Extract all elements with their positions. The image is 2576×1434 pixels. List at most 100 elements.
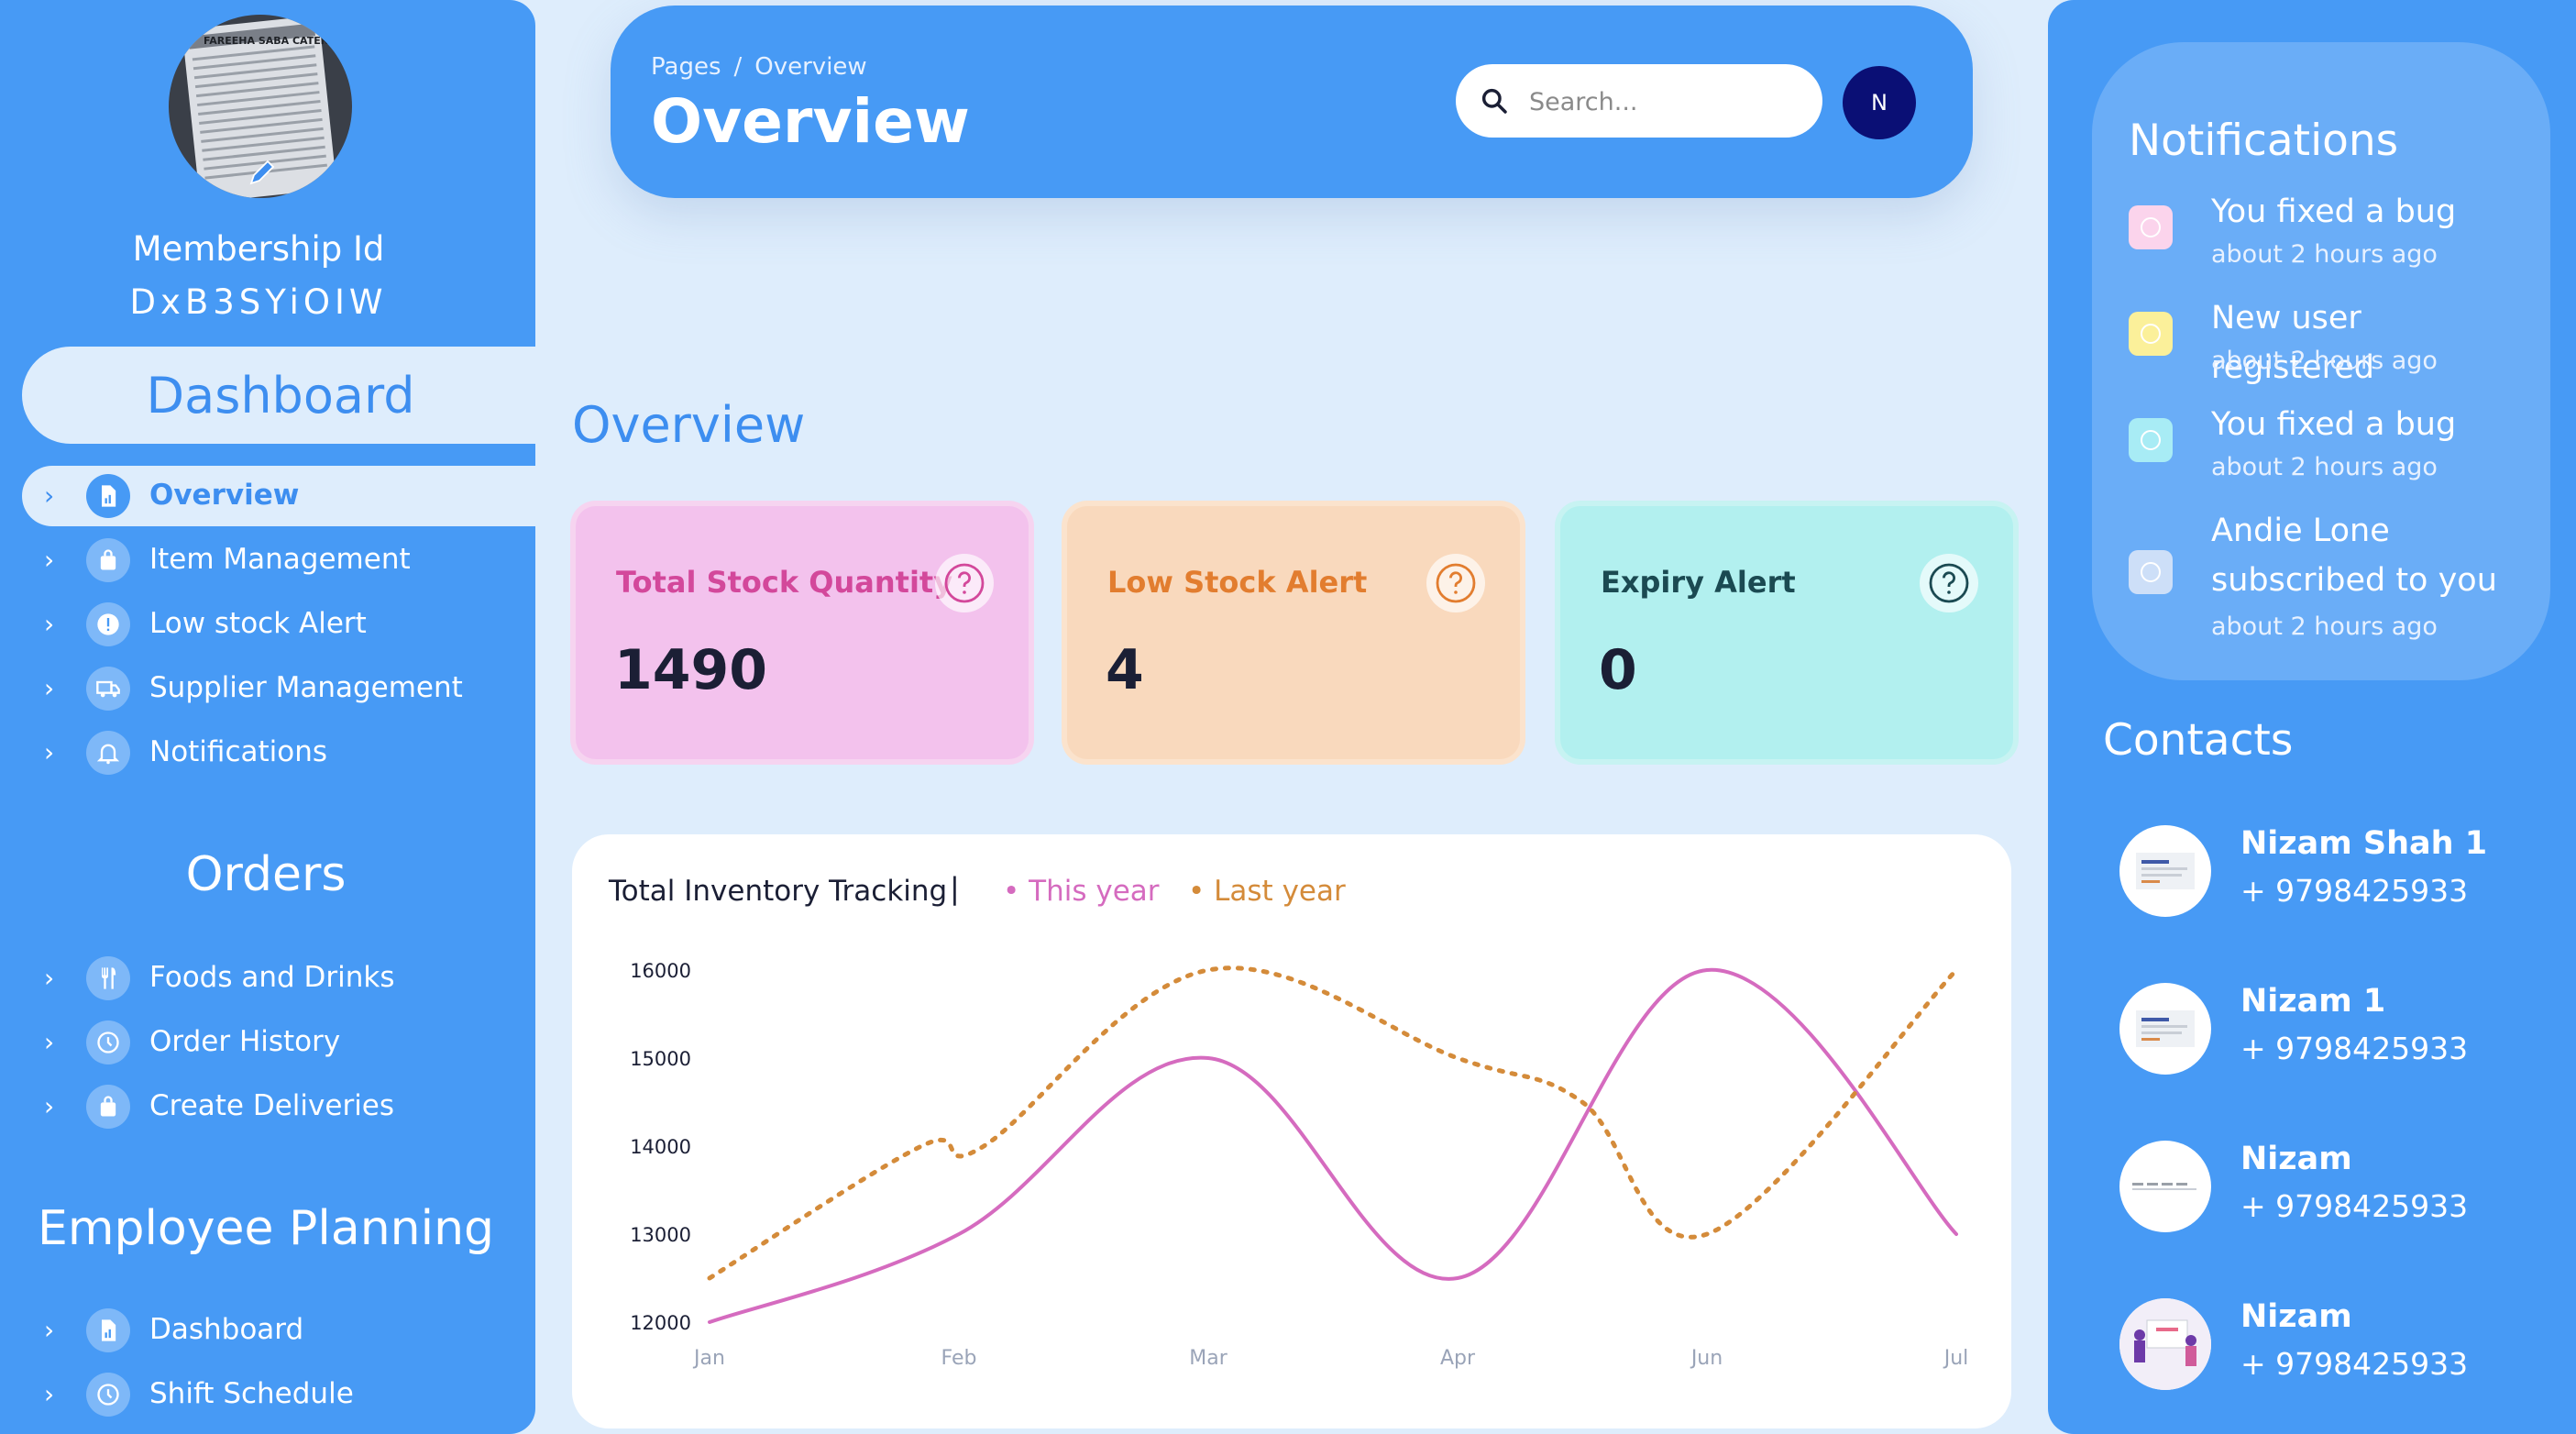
contact-phone: + 9798425933 — [2240, 1031, 2469, 1066]
bag-icon — [86, 538, 130, 582]
bag-icon — [86, 1085, 130, 1129]
truck-icon — [86, 667, 130, 711]
user-avatar[interactable]: N — [1843, 66, 1916, 139]
sidebar-item-label: Create Deliveries — [149, 1089, 395, 1122]
avatar-caption: FAREEHA SABA CATERING — [204, 35, 349, 47]
x-tick-label: Apr — [1440, 1347, 1476, 1370]
notification-text: You fixed a bug — [2211, 406, 2457, 443]
breadcrumb-root[interactable]: Pages — [651, 53, 721, 81]
page-title: Overview — [651, 86, 970, 157]
sidebar-item-label: Order History — [149, 1025, 341, 1058]
contacts-title: Contacts — [2103, 715, 2294, 766]
x-tick-label: Feb — [941, 1347, 977, 1370]
chevron-right-icon: › — [44, 673, 55, 703]
chevron-right-icon: › — [44, 1315, 55, 1345]
stat-card-value: 0 — [1599, 638, 1637, 702]
edit-pencil-icon[interactable] — [246, 156, 279, 189]
orders-section-title: Orders — [185, 847, 347, 902]
contact-avatar — [2119, 825, 2211, 917]
sidebar: FAREEHA SABA CATERING Membership Id DxB3… — [0, 0, 535, 1434]
contact-item[interactable]: Nizam + 9798425933 — [2103, 1276, 2547, 1405]
stat-card-title: Expiry Alert — [1601, 565, 1796, 600]
contact-phone: + 9798425933 — [2240, 1188, 2469, 1224]
membership-label: Membership Id — [132, 229, 385, 269]
stat-card-title: Total Stock Quantity — [616, 565, 953, 600]
search-input[interactable] — [1527, 81, 1806, 123]
notification-icon — [2129, 418, 2173, 462]
alert-icon — [86, 602, 130, 646]
contact-name: Nizam — [2240, 1141, 2352, 1177]
sidebar-item-label: Overview — [149, 479, 300, 512]
chevron-right-icon: › — [44, 1027, 55, 1057]
x-tick-label: Jul — [1943, 1347, 1969, 1370]
right-panel: Notifications You fixed a bug about 2 ho… — [2048, 0, 2576, 1434]
overview-section-title: Overview — [572, 396, 806, 454]
chevron-right-icon: › — [44, 545, 55, 575]
help-icon[interactable] — [935, 554, 994, 612]
breadcrumb-separator: / — [733, 53, 743, 81]
notification-text: New user registered — [2211, 300, 2374, 386]
contact-name: Nizam Shah 1 — [2240, 825, 2488, 862]
contact-avatar — [2119, 1141, 2211, 1232]
series-line-last-year[interactable] — [707, 965, 1959, 1281]
chevron-right-icon: › — [44, 1091, 55, 1121]
bell-icon — [86, 731, 130, 775]
sidebar-item-notifications[interactable]: › Notifications — [22, 723, 535, 783]
notification-time: about 2 hours ago — [2211, 453, 2438, 481]
sidebar-item-label: Supplier Management — [149, 671, 463, 704]
x-tick-label: Jan — [692, 1347, 725, 1370]
file-chart-icon — [86, 474, 130, 518]
stat-card-total-stock[interactable]: Total Stock Quantity 1490 — [576, 506, 1029, 759]
sidebar-item-overview[interactable]: › Overview — [22, 466, 535, 526]
y-tick-label: 12000 — [630, 1312, 691, 1334]
x-tick-label: Mar — [1189, 1347, 1227, 1370]
sidebar-item-label: Notifications — [149, 735, 328, 768]
contact-phone: + 9798425933 — [2240, 1346, 2469, 1382]
notification-time: about 2 hours ago — [2211, 347, 2438, 375]
sidebar-item-shift-schedule[interactable]: › Shift Schedule — [22, 1364, 535, 1425]
sidebar-item-label: Shift Schedule — [149, 1377, 354, 1410]
series-line-this-year[interactable] — [708, 967, 1958, 1324]
contact-item[interactable]: Nizam 1 + 9798425933 — [2103, 961, 2547, 1089]
sidebar-item-label: Foods and Drinks — [149, 961, 395, 994]
notification-text: subscribed to you — [2211, 562, 2497, 599]
sidebar-item-label: Item Management — [149, 543, 411, 576]
contact-phone: + 9798425933 — [2240, 873, 2469, 909]
stat-card-title: Low Stock Alert — [1107, 565, 1368, 600]
contact-name: Nizam 1 — [2240, 983, 2386, 1020]
notification-time: about 2 hours ago — [2211, 240, 2438, 269]
notifications-panel: Notifications You fixed a bug about 2 ho… — [2092, 42, 2550, 680]
dashboard-heading-label: Dashboard — [146, 367, 415, 425]
membership-id: DxB3SYiOIW — [129, 282, 388, 322]
chevron-right-icon: › — [44, 737, 55, 767]
chevron-right-icon: › — [44, 963, 55, 993]
employee-planning-section-title: Employee Planning — [37, 1201, 495, 1256]
help-icon[interactable] — [1920, 554, 1978, 612]
y-tick-label: 15000 — [630, 1048, 691, 1070]
dashboard-heading[interactable]: Dashboard — [22, 347, 535, 444]
sidebar-item-label: Dashboard — [149, 1313, 304, 1346]
search-box[interactable] — [1456, 64, 1822, 138]
sidebar-item-supplier-management[interactable]: › Supplier Management — [22, 658, 535, 719]
stat-card-expiry-alert[interactable]: Expiry Alert 0 — [1560, 506, 2013, 759]
history-icon — [86, 1373, 130, 1417]
chevron-right-icon: › — [44, 480, 55, 511]
sidebar-item-item-management[interactable]: › Item Management — [22, 530, 535, 590]
history-icon — [86, 1020, 130, 1064]
notification-icon — [2129, 550, 2173, 594]
sidebar-item-order-history[interactable]: › Order History — [22, 1012, 535, 1073]
line-chart: 16000 15000 14000 13000 12000Jan Feb Mar Apr Jun… — [630, 960, 1969, 1370]
sidebar-item-create-deliveries[interactable]: › Create Deliveries — [22, 1076, 535, 1137]
help-icon[interactable] — [1426, 554, 1485, 612]
notification-text: Andie Lone — [2211, 513, 2390, 549]
notification-text: You fixed a bug — [2211, 193, 2457, 230]
stat-card-low-stock[interactable]: Low Stock Alert 4 — [1067, 506, 1520, 759]
top-header: Pages / Overview Overview N — [611, 6, 1973, 198]
sidebar-item-employee-dashboard[interactable]: › Dashboard — [22, 1300, 535, 1361]
contact-item[interactable]: Nizam + 9798425933 — [2103, 1119, 2547, 1247]
sidebar-item-label: Low stock Alert — [149, 607, 367, 640]
sidebar-item-foods-and-drinks[interactable]: › Foods and Drinks — [22, 948, 535, 1009]
contact-avatar — [2119, 1298, 2211, 1390]
contact-item[interactable]: Nizam Shah 1 + 9798425933 — [2103, 803, 2547, 932]
sidebar-item-low-stock-alert[interactable]: › Low stock Alert — [22, 594, 535, 655]
